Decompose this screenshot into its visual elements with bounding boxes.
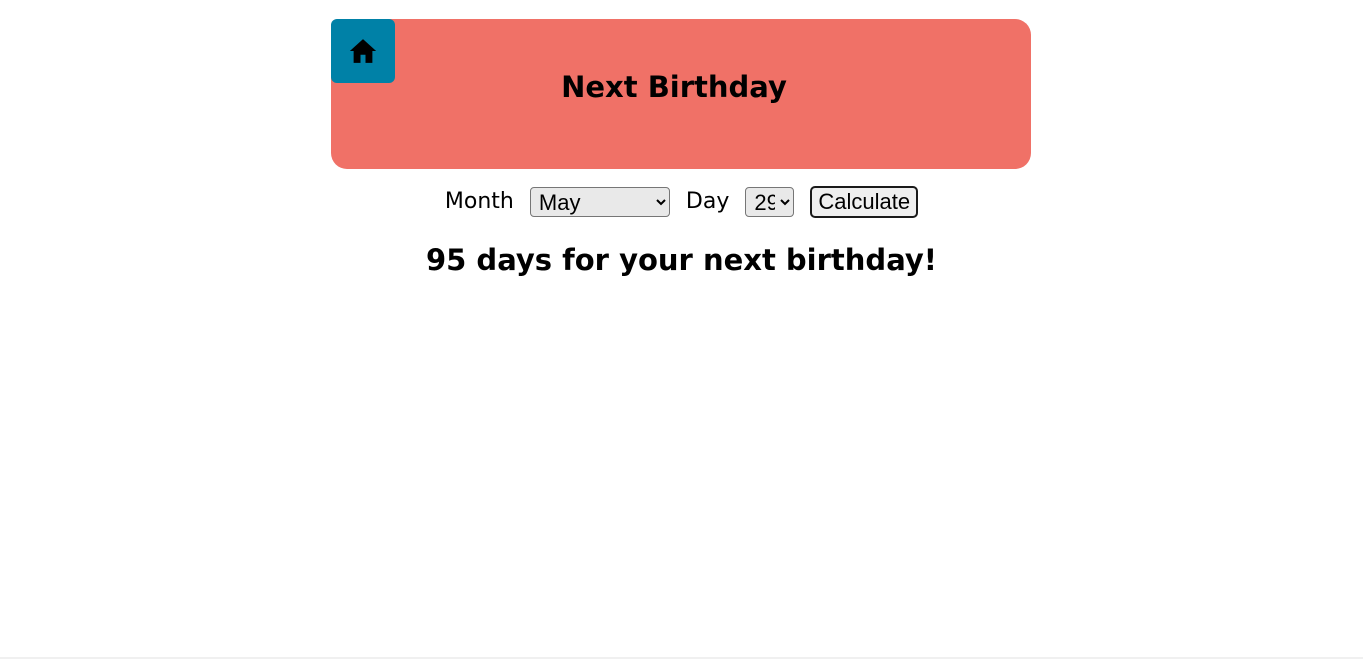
home-icon [349,39,377,63]
result-message: 95 days for your next birthday! [425,243,937,277]
day-select[interactable]: 29 [745,187,795,217]
day-label: Day [685,189,730,214]
month-select[interactable]: May [529,187,670,217]
month-label: Month [444,189,514,214]
birthday-form: Month May Day 29 Calculate [0,186,1363,218]
page-title: Next Birthday [561,70,787,104]
calculate-button[interactable]: Calculate [810,186,919,218]
header-banner: Next Birthday [331,19,1031,169]
